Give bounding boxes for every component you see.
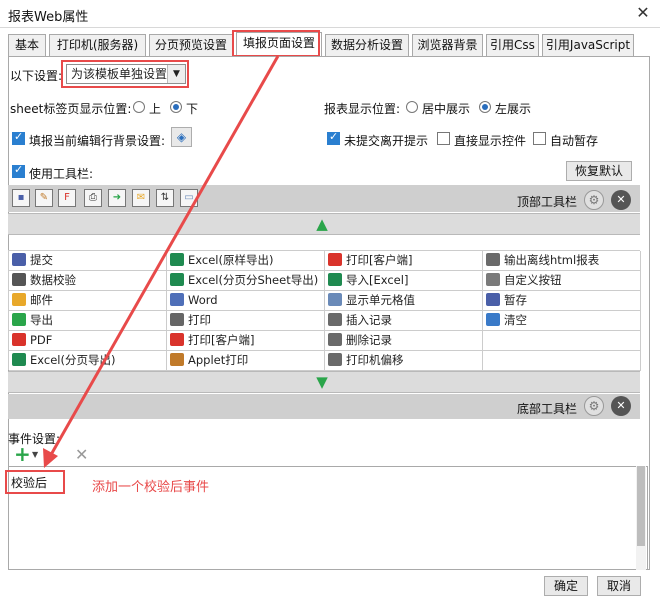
ok-button[interactable]: 确定 [544, 576, 588, 596]
annotation-arrow [43, 55, 280, 468]
annotation-arrow-line [46, 55, 280, 461]
annotation-arrow-head [43, 448, 58, 468]
cancel-button[interactable]: 取消 [597, 576, 641, 596]
